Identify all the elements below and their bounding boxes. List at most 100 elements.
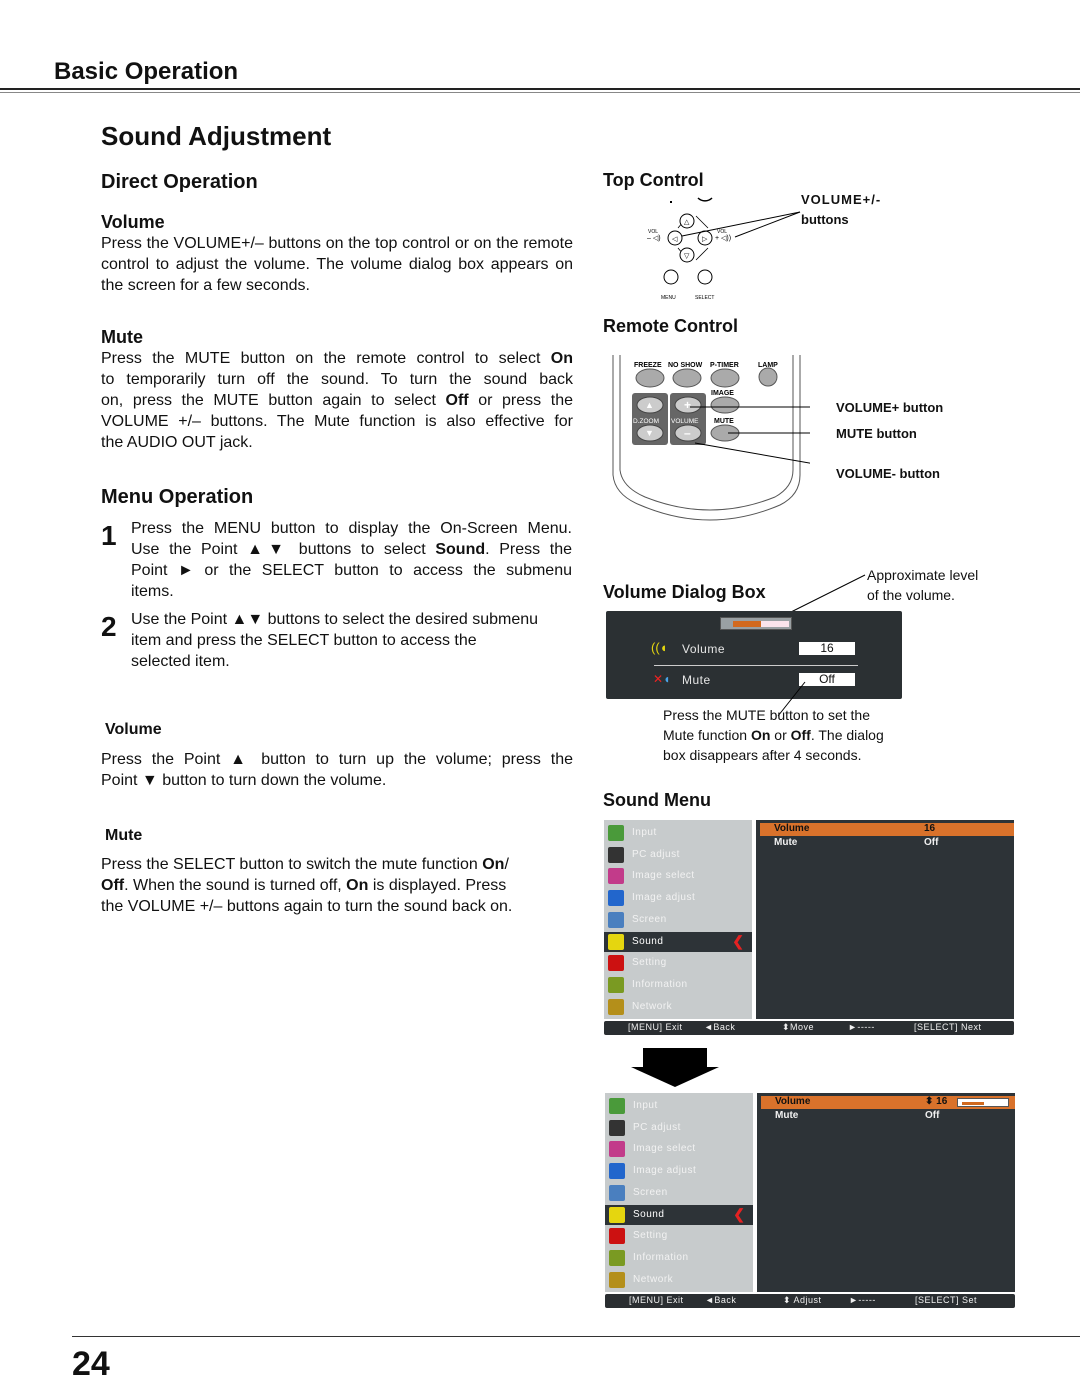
osd-menu-item-label: Information (632, 978, 688, 990)
svg-text:▷: ▷ (702, 236, 708, 243)
osd-menu-item-pc-adjust[interactable]: PC adjust (604, 845, 752, 865)
top-control-diagram: △ ◁ ▷ ▽ VOL – ◁) VOL + ◁)) MENU SELECT (647, 197, 801, 301)
text-line: on, press the MUTE button again to selec… (101, 392, 573, 409)
image-adjust-icon (609, 1163, 625, 1180)
setting-icon (608, 955, 624, 972)
submenu-value: Off (924, 837, 939, 848)
svg-text:VOLUME: VOLUME (671, 418, 699, 425)
text-line: Use the Point ▲▼ buttons to select the d… (131, 611, 539, 628)
osd-main-menu: Input PC adjust Image select Image adjust Sc… (604, 820, 752, 1019)
text-line: Mute function On or Off. The dialog (663, 727, 884, 743)
dialog-divider (654, 665, 858, 666)
submenu-label: Volume (774, 823, 810, 834)
osd-menu-item-pc-adjust[interactable]: PC adjust (605, 1118, 753, 1138)
menu-mute-heading: Mute (105, 827, 143, 844)
pc-adjust-icon (609, 1119, 625, 1136)
information-icon (609, 1249, 625, 1266)
osd-footer-hint: [MENU] Exit (629, 1295, 684, 1305)
step-1-text: Press the MENU button to display the On-… (131, 518, 572, 602)
direct-mute-heading: Mute (101, 327, 143, 347)
volume-label: Volume (682, 642, 726, 656)
svg-text:– ◁): – ◁) (647, 235, 661, 242)
svg-text:MUTE: MUTE (714, 418, 734, 425)
svg-text:▲: ▲ (645, 400, 654, 410)
osd-menu-item-label: Setting (632, 957, 667, 969)
text-line: Press the SELECT button to switch the mu… (101, 856, 509, 873)
osd-menu-item-setting[interactable]: Setting (604, 953, 752, 973)
osd-submenu-mute[interactable]: Mute Off (761, 1110, 1015, 1123)
osd-main-menu: Input PC adjust Image select Image adjust Sc… (605, 1093, 753, 1292)
svg-text:▽: ▽ (684, 253, 690, 260)
menu-mute-text: Press the SELECT button to switch the mu… (101, 854, 573, 917)
mute-callout: MUTE button (836, 426, 917, 441)
menu-volume-text: Press the Point ▲ button to turn up the … (101, 749, 573, 791)
osd-menu-item-screen[interactable]: Screen (605, 1183, 753, 1203)
svg-text:SELECT: SELECT (695, 295, 714, 301)
osd-menu-item-image-adjust[interactable]: Image adjust (605, 1161, 753, 1181)
text-line: the VOLUME +/– buttons again to turn the… (101, 898, 513, 915)
volume-dialog: ((◖ Volume 16 ✕◖ Mute Off (606, 611, 902, 699)
svg-text:P-TIMER: P-TIMER (710, 362, 739, 369)
osd-menu-item-information[interactable]: Information (605, 1248, 753, 1268)
text-line: the AUDIO OUT jack. (101, 434, 253, 451)
osd-submenu-volume[interactable]: Volume 16 (760, 823, 1014, 836)
osd-footer-hint: [SELECT] Set (915, 1295, 978, 1305)
osd-menu-item-label: Image select (632, 870, 695, 882)
osd-submenu: Volume ⬍ 16 Mute Off (757, 1093, 1015, 1292)
osd-footer-hint: ►----- (849, 1295, 876, 1305)
volume-value: 16 (799, 642, 855, 655)
osd-menu-item-information[interactable]: Information (604, 975, 752, 995)
text-line: Press the MUTE button to set the (663, 707, 870, 723)
volume-level-track (761, 621, 789, 627)
screen-icon (608, 911, 624, 928)
osd-menu-item-sound[interactable]: Sound ❮ (605, 1204, 753, 1225)
osd-menu-item-input[interactable]: Input (605, 1096, 753, 1116)
osd-menu-item-network[interactable]: Network (605, 1270, 753, 1290)
svg-text:–: – (684, 426, 691, 440)
text-line: item and press the SELECT button to acce… (131, 632, 477, 649)
submenu-label: Mute (775, 1110, 799, 1121)
selected-arrow-icon: ❮ (733, 1205, 745, 1222)
svg-text:+: + (684, 398, 691, 412)
text-line: Point ► or the SELECT button to access t… (131, 562, 572, 579)
mute-x-icon: ✕◖ (653, 672, 671, 686)
osd-menu-item-setting[interactable]: Setting (605, 1226, 753, 1246)
header-rule-thin (0, 92, 1080, 93)
text-line: Press the Point ▲ button to turn up the … (101, 751, 573, 768)
svg-text:+ ◁)): + ◁)) (715, 235, 731, 242)
osd-footer-hint: ►----- (848, 1022, 875, 1032)
osd-menu-item-image-select[interactable]: Image select (604, 866, 752, 886)
osd-menu-item-label: Image adjust (632, 892, 696, 904)
osd-menu-item-screen[interactable]: Screen (604, 910, 752, 930)
text-line: items. (131, 583, 174, 600)
sound-icon (608, 933, 624, 950)
osd-submenu-volume[interactable]: Volume ⬍ 16 (761, 1096, 1015, 1109)
sound-menu-screen-2: Input PC adjust Image select Image adjust Sc… (605, 1093, 1015, 1311)
text-line: Press the MENU button to display the On-… (131, 520, 572, 537)
osd-menu-item-label: Network (633, 1273, 674, 1285)
volume-slider[interactable] (957, 1098, 1009, 1107)
direct-volume-heading: Volume (101, 212, 165, 232)
approx-level-note: Approximate level of the volume. (867, 567, 979, 603)
step-1-number: 1 (101, 520, 117, 551)
osd-menu-item-network[interactable]: Network (604, 997, 752, 1017)
osd-footer-hint: ◄Back (704, 1022, 736, 1032)
osd-submenu: Volume 16 Mute Off (756, 820, 1014, 1019)
selected-arrow-icon: ❮ (732, 932, 744, 949)
information-icon (608, 976, 624, 993)
osd-menu-item-label: Screen (632, 913, 667, 925)
submenu-label: Volume (775, 1096, 811, 1107)
volume-level-bar (720, 617, 792, 630)
svg-text:▼: ▼ (645, 428, 654, 438)
osd-menu-item-image-adjust[interactable]: Image adjust (604, 888, 752, 908)
svg-text:◁: ◁ (672, 236, 678, 243)
osd-menu-item-sound[interactable]: Sound ❮ (604, 931, 752, 952)
osd-footer-hint: ⬍ Adjust (783, 1295, 822, 1305)
image-select-icon (609, 1141, 625, 1158)
osd-submenu-mute[interactable]: Mute Off (760, 837, 1014, 850)
osd-menu-item-image-select[interactable]: Image select (605, 1139, 753, 1159)
sound-icon (609, 1206, 625, 1223)
text-line: to temporarily turn off the sound. To tu… (101, 371, 573, 388)
osd-menu-item-input[interactable]: Input (604, 823, 752, 843)
footer-rule (72, 1336, 1080, 1337)
